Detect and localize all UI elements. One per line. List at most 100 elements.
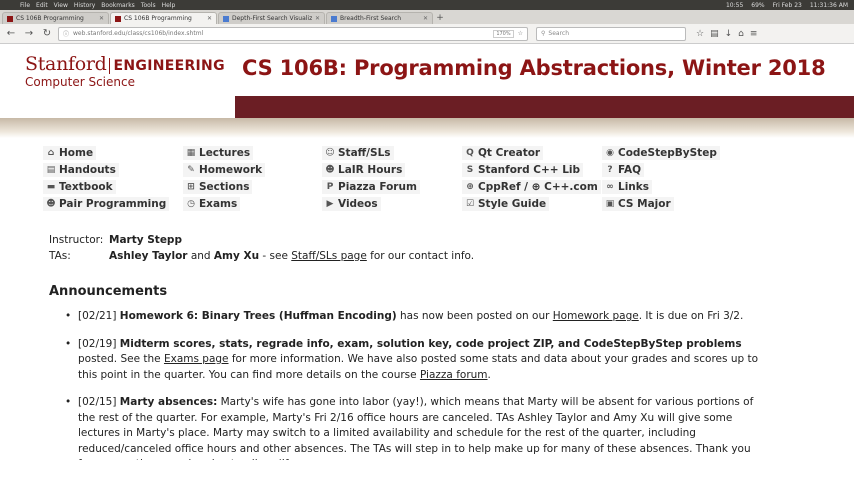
browser-tab[interactable]: Breadth-First Search ✕ [326,12,433,24]
nav-piazza[interactable]: P Piazza Forum [322,180,420,194]
bookmarks-icon[interactable]: ☆ [696,29,704,39]
reload-icon[interactable]: ↻ [40,27,54,41]
nav-lair-hours[interactable]: ☻ LaIR Hours [322,163,406,177]
battery-level: 69% [751,1,765,9]
download-icon[interactable]: ↓ [725,29,733,39]
nav-label: LaIR Hours [338,164,403,176]
nav-home[interactable]: ⌂ Home [43,146,97,160]
info-icon[interactable]: ⓘ [63,29,69,38]
globe-icon: ⊕ [466,182,474,192]
menu-history[interactable]: History [74,2,95,9]
staff-page-link[interactable]: Staff/SLs page [291,250,367,262]
nav-qt-creator[interactable]: Q Qt Creator [462,146,544,160]
app-menu: File Edit View History Bookmarks Tools H… [20,2,175,9]
clock-secondary: 10:55 [725,1,744,9]
menu-icon[interactable]: ≡ [750,29,758,39]
nav-stanford-lib[interactable]: S Stanford C++ Lib [462,163,584,177]
search-icon: ⚲ [541,30,546,37]
browser-tab[interactable]: Depth-First Search Visualizer ✕ [218,12,325,24]
menu-view[interactable]: View [54,2,68,9]
date-display: Fri Feb 23 [772,1,802,9]
browser-tab-active[interactable]: CS 106B Programming ✕ [110,12,217,24]
announcements-heading: Announcements [49,284,168,299]
exams-page-link[interactable]: Exams page [164,353,229,365]
nav-label: CS Major [618,198,671,210]
close-icon[interactable]: ✕ [423,15,428,22]
address-bar[interactable]: ⓘ web.stanford.edu/class/cs106b/index.sh… [58,26,528,41]
nav-label: Qt Creator [478,147,541,159]
menu-tools[interactable]: Tools [141,2,156,9]
nav-pair-programming[interactable]: ☻ Pair Programming [43,197,170,211]
page-title: CS 106B: Programming Abstractions, Winte… [242,56,826,80]
header-bar [235,96,854,118]
library-icon[interactable]: ▤ [710,29,719,39]
back-icon[interactable]: ← [4,27,18,41]
nav-label: Textbook [59,181,113,193]
os-menubar: File Edit View History Bookmarks Tools H… [0,0,854,10]
nav-label: Sections [199,181,250,193]
announcement-item: [02/21] Homework 6: Binary Trees (Huffma… [65,309,765,325]
nav-label: Handouts [59,164,116,176]
sitemap-icon: ⊞ [187,182,195,192]
forward-icon[interactable]: → [22,27,36,41]
nav-exams[interactable]: ◷ Exams [183,197,241,211]
home-icon[interactable]: ⌂ [738,29,744,39]
nav-style-guide[interactable]: ☑ Style Guide [462,197,550,211]
nav-sections[interactable]: ⊞ Sections [183,180,253,194]
nav-cppref[interactable]: ⊕ CppRef / ⊕ C++.com [462,180,601,194]
main-content: Instructor: Marty Stepp TAs: Ashley Taylor… [0,232,854,460]
menu-help[interactable]: Help [162,2,176,9]
graduation-icon: ▣ [605,199,615,209]
tab-strip: CS 106B Programming ✕ CS 106B Programming… [0,10,854,24]
nav-staff[interactable]: ☺ Staff/SLs [322,146,394,160]
announcement-text: . It is due on Fri 3/2. [638,310,744,322]
menu-edit[interactable]: Edit [36,2,48,9]
logo-computer-science: Computer Science [25,75,135,89]
nav-faq[interactable]: ? FAQ [602,163,645,177]
close-icon[interactable]: ✕ [315,15,320,22]
nav-textbook[interactable]: ▬ Textbook [43,180,116,194]
nav-label: Lectures [199,147,251,159]
stanford-engineering-logo[interactable]: Stanford ENGINEERING Computer Science [25,53,225,89]
browser-tab[interactable]: CS 106B Programming ✕ [2,12,109,24]
nav-handouts[interactable]: ▤ Handouts [43,163,119,177]
tab-title: CS 106B Programming [16,15,84,22]
announcements-list: [02/21] Homework 6: Binary Trees (Huffma… [49,309,784,460]
nav-label: Exams [199,198,238,210]
course-nav: ⌂ Home ▤ Handouts ▬ Textbook ☻ Pair Programm… [40,146,740,212]
nav-codestepbystep[interactable]: ◉ CodeStepByStep [602,146,720,160]
menu-file[interactable]: File [20,2,30,9]
bookmark-star-icon[interactable]: ☆ [518,30,523,37]
menu-bookmarks[interactable]: Bookmarks [101,2,135,9]
zoom-level[interactable]: 170% [493,29,514,38]
nav-label: Homework [199,164,263,176]
announcement-date: [02/15] [78,396,120,408]
announcement-item: [02/19] Midterm scores, stats, regrade i… [65,337,765,384]
close-icon[interactable]: ✕ [207,15,212,22]
nav-label: Home [59,147,94,159]
homework-page-link[interactable]: Homework page [553,310,639,322]
new-tab-icon[interactable]: + [434,12,446,24]
handouts-icon: ▤ [46,165,56,175]
code-icon: ◉ [606,148,614,158]
close-icon[interactable]: ✕ [99,15,104,22]
url-text[interactable]: web.stanford.edu/class/cs106b/index.shtm… [73,30,489,37]
nav-cs-major[interactable]: ▣ CS Major [602,197,674,211]
user-icon: ☻ [325,165,335,175]
search-input[interactable]: ⚲ Search [536,26,686,41]
nav-homework[interactable]: ✎ Homework [183,163,266,177]
clock-display[interactable]: 11:31:36 AM [810,2,848,9]
announcement-text: . [487,368,491,381]
stanford-icon: S [466,165,474,175]
logo-stanford: Stanford [25,53,107,75]
nav-lectures[interactable]: ▦ Lectures [183,146,254,160]
piazza-forum-link[interactable]: Piazza forum [420,369,488,381]
nav-links[interactable]: ∞ Links [602,180,652,194]
tas-label: TAs: [49,250,71,262]
see-text: - see [259,250,292,262]
nav-videos[interactable]: ▶ Videos [322,197,381,211]
ta-name: Amy Xu [213,250,260,262]
book-icon: ▬ [46,182,56,192]
calendar-icon: ▦ [186,148,196,158]
tab-title: Breadth-First Search [340,15,402,22]
